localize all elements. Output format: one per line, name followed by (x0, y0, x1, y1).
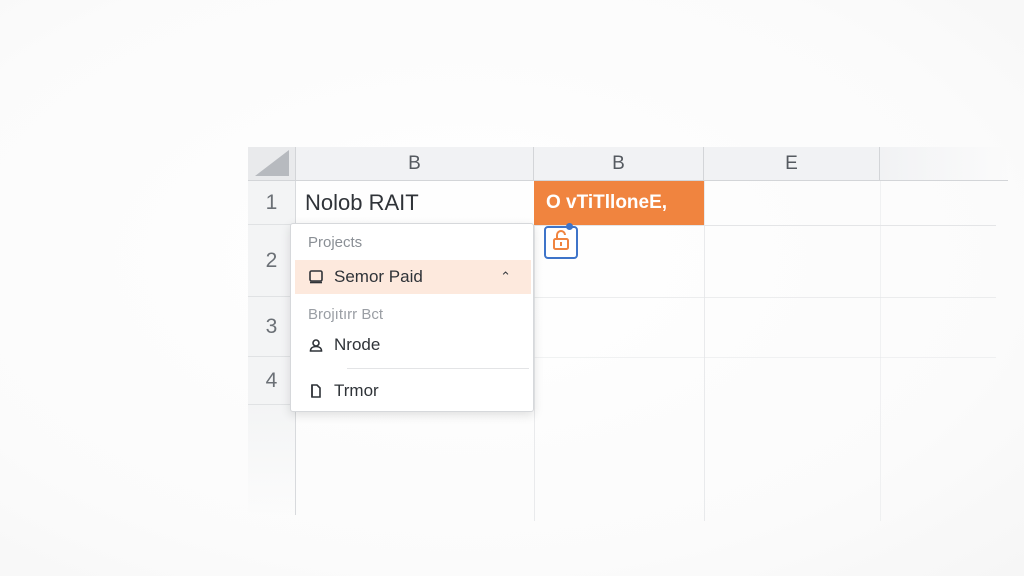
checkbox-icon (308, 269, 324, 285)
cell-highlighted[interactable]: O vTiTlloneE, (534, 181, 704, 225)
menu-section-projects: Projects (308, 234, 363, 251)
row-header-4[interactable]: 4 (248, 357, 296, 405)
grid-line (880, 181, 881, 521)
grid-line (704, 181, 705, 521)
select-all-triangle-icon (255, 150, 289, 176)
grid-line (534, 181, 535, 521)
user-icon (308, 337, 324, 353)
menu-item-label: Semor Paid (334, 267, 423, 286)
menu-item-label: Nrode (334, 335, 381, 354)
menu-item-selected[interactable]: Semor Paid ⌃ (295, 260, 531, 294)
row-header-3[interactable]: 3 (248, 297, 296, 357)
chevron-up-icon[interactable]: ⌃ (500, 269, 511, 285)
column-header-next[interactable] (880, 147, 1008, 181)
menu-item-nrode[interactable]: Nrode (295, 328, 531, 362)
menu-divider (347, 368, 529, 369)
row-header-2[interactable]: 2 (248, 225, 296, 297)
select-all-corner[interactable] (248, 147, 296, 181)
menu-item-trmor[interactable]: Trmor (295, 374, 531, 408)
dropdown-menu: Projects Semor Paid ⌃ Brojıtırr Bct Nrod… (290, 223, 534, 412)
cell-b1[interactable]: Nolob RAIT (296, 181, 534, 225)
lock-icon (551, 229, 571, 256)
row-header-1[interactable]: 1 (248, 181, 296, 225)
lock-button[interactable] (544, 223, 578, 259)
spreadsheet-stage: B B E 1 2 3 4 Nolob RAIT O vTiTlloneE, P… (0, 0, 1024, 576)
column-header-e[interactable]: E (704, 147, 880, 181)
menu-section-secondary: Brojıtırr Bct (308, 306, 384, 323)
column-header-b[interactable]: B (296, 147, 534, 181)
row-header-5[interactable] (248, 405, 296, 515)
document-icon (308, 383, 324, 399)
menu-item-label: Trmor (334, 381, 379, 400)
lock-badge-dot (566, 223, 573, 230)
column-header-b-second[interactable]: B (534, 147, 704, 181)
